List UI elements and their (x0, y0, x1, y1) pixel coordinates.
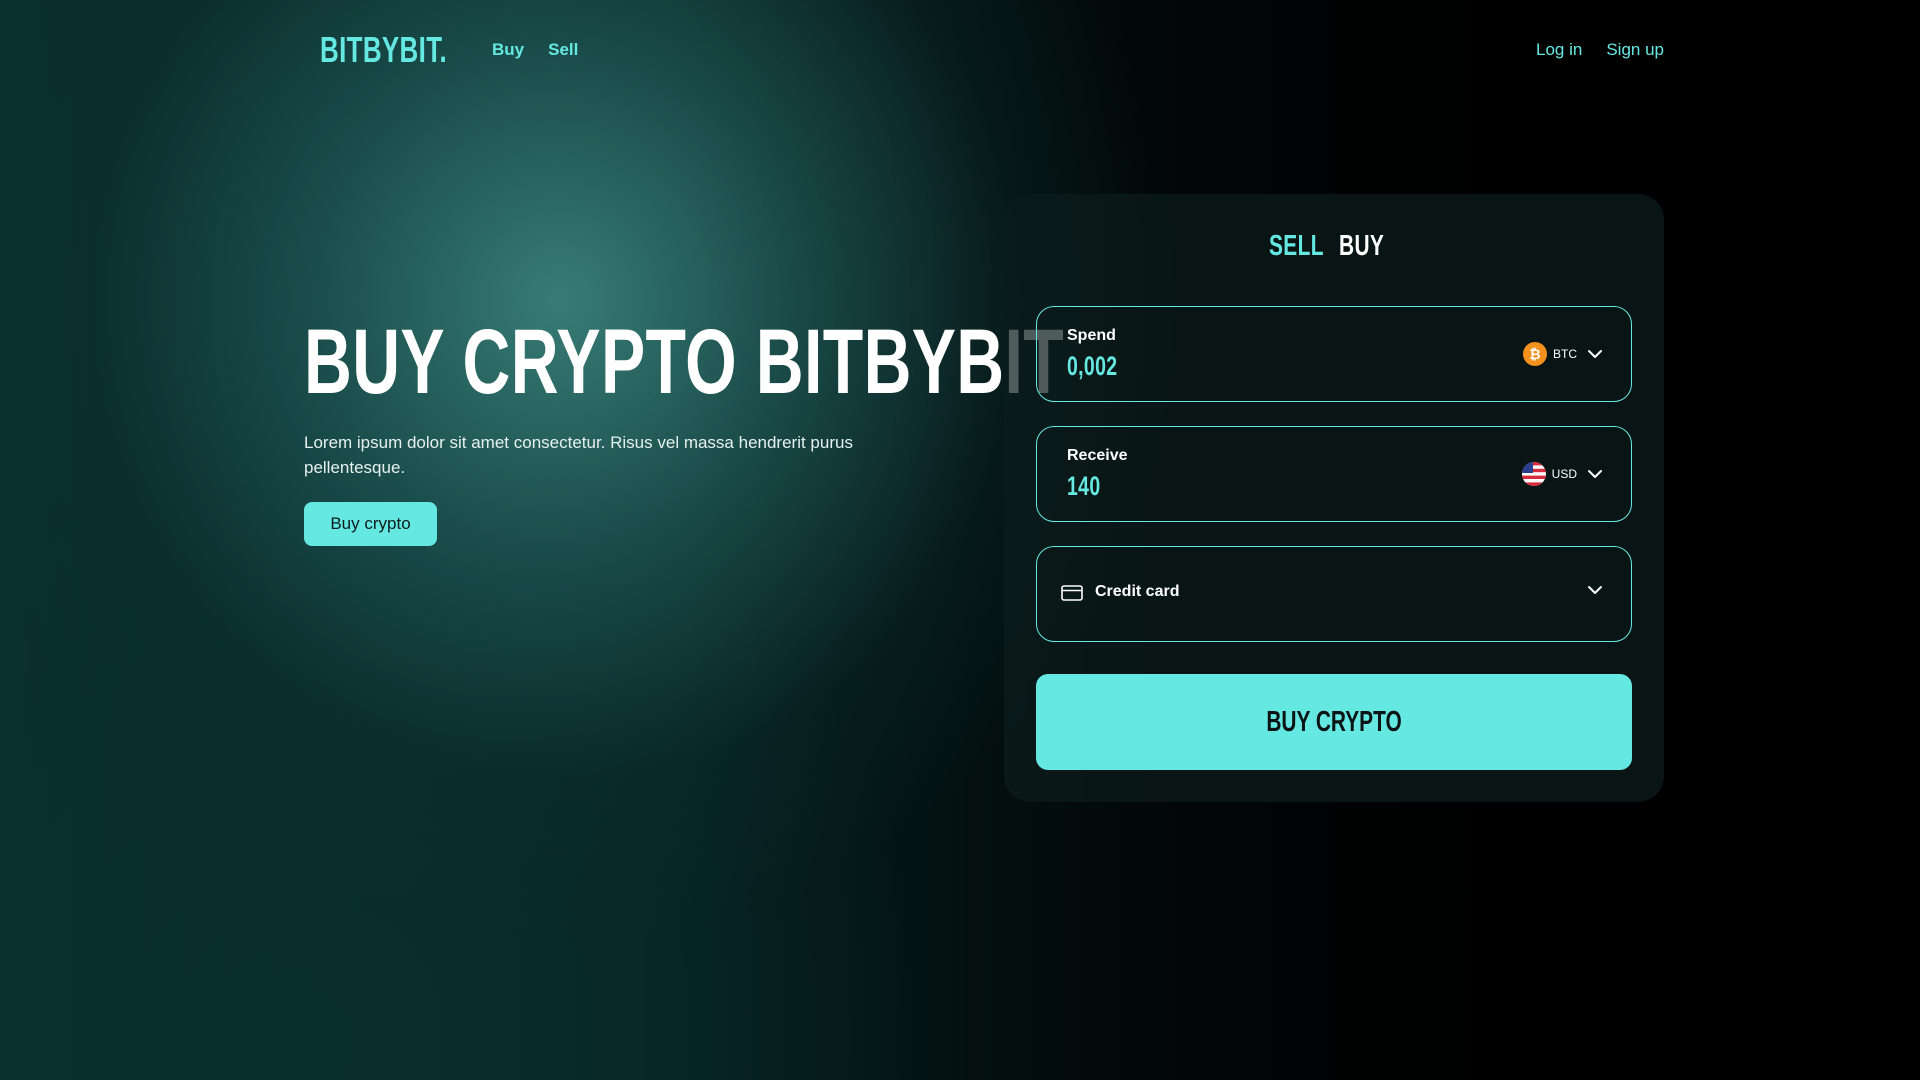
bitcoin-icon: ₿ (1523, 342, 1547, 366)
buy-crypto-submit-button[interactable]: BUY CRYPTO (1036, 674, 1632, 770)
nav-links: Buy Sell (492, 30, 578, 70)
logo[interactable]: BITBYBIT. (320, 30, 497, 70)
nav-link-buy[interactable]: Buy (492, 40, 524, 60)
spend-currency-code: BTC (1553, 347, 1577, 361)
exchange-card: SELL BUY Spend 0,002 ₿ BTC Receive 140 U… (1004, 194, 1664, 802)
top-navigation: BITBYBIT. Buy Sell Log in Sign up (320, 30, 1664, 70)
nav-link-sell[interactable]: Sell (548, 40, 578, 60)
receive-currency-code: USD (1551, 467, 1577, 481)
spend-label: Spend (1067, 327, 1116, 344)
hero-description: Lorem ipsum dolor sit amet consectetur. … (304, 433, 853, 477)
payment-method-label: Credit card (1095, 583, 1180, 600)
spend-field[interactable]: Spend 0,002 ₿ BTC (1036, 306, 1632, 402)
tab-sell[interactable]: SELL (1269, 230, 1329, 263)
hero-buy-crypto-button[interactable]: Buy crypto (304, 502, 437, 546)
hero-title: BUY CRYPTO BITBYBIT (304, 311, 1065, 413)
payment-method-select[interactable]: Credit card (1036, 546, 1632, 642)
credit-card-icon (1061, 585, 1083, 601)
spend-currency-select[interactable]: ₿ BTC (1523, 341, 1603, 367)
exchange-tabs: SELL BUY (1004, 230, 1664, 263)
spend-amount-input[interactable]: 0,002 (1067, 351, 1137, 382)
hero-section: BUY CRYPTO BITBYBIT Lorem ipsum dolor si… (304, 310, 1065, 546)
chevron-down-icon (1588, 586, 1602, 594)
receive-field[interactable]: Receive 140 USD (1036, 426, 1632, 522)
signup-link[interactable]: Sign up (1606, 40, 1664, 60)
chevron-down-icon (1588, 350, 1602, 358)
receive-amount-input[interactable]: 140 (1067, 471, 1114, 502)
receive-currency-select[interactable]: USD (1521, 461, 1603, 487)
us-flag-icon (1521, 462, 1546, 486)
auth-links: Log in Sign up (1536, 30, 1664, 70)
login-link[interactable]: Log in (1536, 40, 1582, 60)
chevron-down-icon (1588, 470, 1602, 478)
tab-buy[interactable]: BUY (1339, 230, 1399, 263)
receive-label: Receive (1067, 447, 1128, 464)
